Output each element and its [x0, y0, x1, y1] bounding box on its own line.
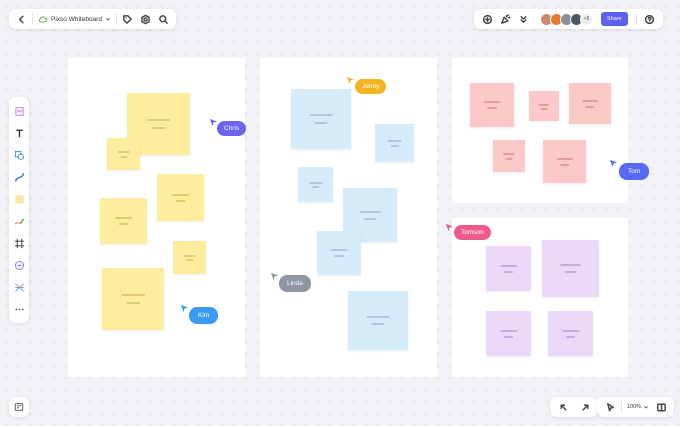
- sticky-note[interactable]: [348, 291, 408, 350]
- cloud-icon: [38, 16, 48, 22]
- sticky-note[interactable]: [102, 268, 164, 330]
- frame-yellow[interactable]: [68, 58, 245, 377]
- sticky-note[interactable]: [569, 83, 611, 124]
- divider: [32, 13, 33, 25]
- mindmap-icon[interactable]: [11, 279, 27, 295]
- share-button[interactable]: Share: [601, 12, 628, 26]
- template-icon[interactable]: [11, 257, 27, 273]
- sticky-note[interactable]: [486, 311, 531, 356]
- divider: [635, 13, 637, 25]
- top-left-toolbar: Pixso Whiteboard: [9, 9, 176, 29]
- frame-red[interactable]: [452, 58, 628, 203]
- top-right-toolbar: +8 Share: [474, 9, 663, 29]
- settings-icon[interactable]: [137, 10, 155, 28]
- undo-icon[interactable]: [554, 398, 572, 416]
- divider: [115, 13, 117, 25]
- sticky-note[interactable]: [107, 138, 140, 170]
- file-title-button[interactable]: Pixso Whiteboard: [35, 16, 114, 23]
- cursor-label-tomson: Tomson: [454, 225, 491, 240]
- layers-icon[interactable]: [652, 398, 670, 416]
- sticky-note[interactable]: [317, 231, 361, 275]
- sticky-note[interactable]: [157, 174, 204, 221]
- cursor-label-tom: Tom: [619, 163, 650, 180]
- sticky-note[interactable]: [542, 240, 599, 297]
- cursor-arrow-icon: [270, 268, 279, 286]
- sticky-note[interactable]: [529, 91, 559, 121]
- search-icon[interactable]: [155, 10, 173, 28]
- history-toolbar: [550, 397, 598, 417]
- sticky-note[interactable]: [100, 198, 147, 244]
- cursor-arrow-icon: [445, 219, 454, 237]
- frame-purple[interactable]: [452, 218, 628, 377]
- back-icon[interactable]: [12, 10, 30, 28]
- chevron-down-icon: [644, 406, 648, 409]
- cursor-arrow-icon: [346, 72, 355, 90]
- more-collaborators-count: +8: [580, 12, 593, 26]
- chevron-down-icon: [106, 18, 110, 21]
- frame-icon[interactable]: [11, 235, 27, 251]
- sticky-note[interactable]: [375, 124, 414, 162]
- sticky-note[interactable]: [493, 140, 525, 172]
- sticky-note[interactable]: [486, 246, 531, 291]
- minimap-icon: [14, 403, 24, 411]
- zoom-level: 100%: [627, 404, 642, 410]
- pointer-icon[interactable]: [601, 398, 619, 416]
- view-toolbar: 100%: [597, 397, 675, 417]
- chevrons-icon[interactable]: [514, 10, 532, 28]
- more-icon[interactable]: [11, 301, 27, 317]
- cursor-label-linda: Linda: [279, 275, 311, 292]
- cursor-label-chris: Chris: [217, 121, 247, 136]
- minimap-button[interactable]: [9, 397, 29, 417]
- cursor-label-jenny: Jenny: [355, 79, 387, 94]
- collaborator-avatars[interactable]: +8: [540, 12, 593, 26]
- cursor-label-kim: Kim: [189, 307, 219, 324]
- divider: [621, 401, 622, 413]
- cursor-arrow-icon: [180, 300, 189, 318]
- celebrate-icon[interactable]: [496, 10, 514, 28]
- sticky-note[interactable]: [298, 167, 333, 202]
- sticky-note[interactable]: [543, 140, 586, 183]
- connector-icon[interactable]: [11, 169, 27, 185]
- text-icon[interactable]: [11, 125, 27, 141]
- shape-icon[interactable]: [11, 147, 27, 163]
- pen-icon[interactable]: [11, 213, 27, 229]
- add-icon[interactable]: [478, 10, 496, 28]
- sticky-note-icon[interactable]: [11, 103, 27, 119]
- redo-icon[interactable]: [576, 398, 594, 416]
- tag-icon[interactable]: [119, 10, 137, 28]
- note-icon[interactable]: [11, 191, 27, 207]
- file-title: Pixso Whiteboard: [51, 15, 102, 23]
- cursor-arrow-icon: [609, 155, 618, 173]
- sticky-note[interactable]: [548, 311, 593, 356]
- left-toolbar: [9, 97, 29, 323]
- help-icon[interactable]: [641, 10, 659, 28]
- zoom-level-dropdown[interactable]: 100%: [624, 404, 652, 410]
- frame-blue[interactable]: [260, 58, 437, 377]
- sticky-note[interactable]: [470, 83, 514, 127]
- sticky-note[interactable]: [173, 241, 206, 274]
- sticky-note[interactable]: [291, 89, 351, 149]
